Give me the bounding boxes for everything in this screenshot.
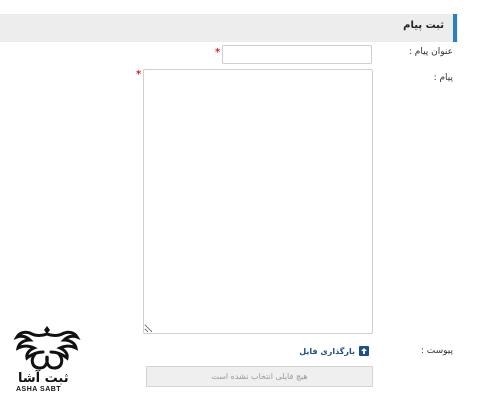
- message-label: پیام :: [433, 73, 453, 83]
- upload-file-button[interactable]: بارگذاری فایل: [299, 346, 369, 356]
- header-bar: [0, 14, 458, 42]
- subject-required-mark: *: [215, 47, 221, 58]
- attachment-label: پیوست :: [420, 346, 453, 356]
- upload-file-label: بارگذاری فایل: [299, 346, 355, 356]
- page: ثبت پیام عنوان پیام : * پیام : * پیوست :…: [0, 0, 500, 400]
- subject-input[interactable]: [222, 45, 372, 64]
- message-textarea[interactable]: [143, 69, 373, 334]
- upload-icon: [359, 346, 369, 356]
- header-accent: [453, 14, 457, 42]
- file-status-text: هیچ فایلی انتخاب نشده است: [211, 372, 308, 381]
- message-required-mark: *: [136, 69, 142, 80]
- subject-label: عنوان پیام :: [408, 47, 453, 57]
- file-chooser[interactable]: هیچ فایلی انتخاب نشده است: [146, 366, 373, 387]
- logo-subtitle: ASHA SABT: [16, 386, 62, 393]
- page-title: ثبت پیام: [403, 20, 444, 31]
- logo-wordmark: ثبت آشا: [18, 371, 69, 386]
